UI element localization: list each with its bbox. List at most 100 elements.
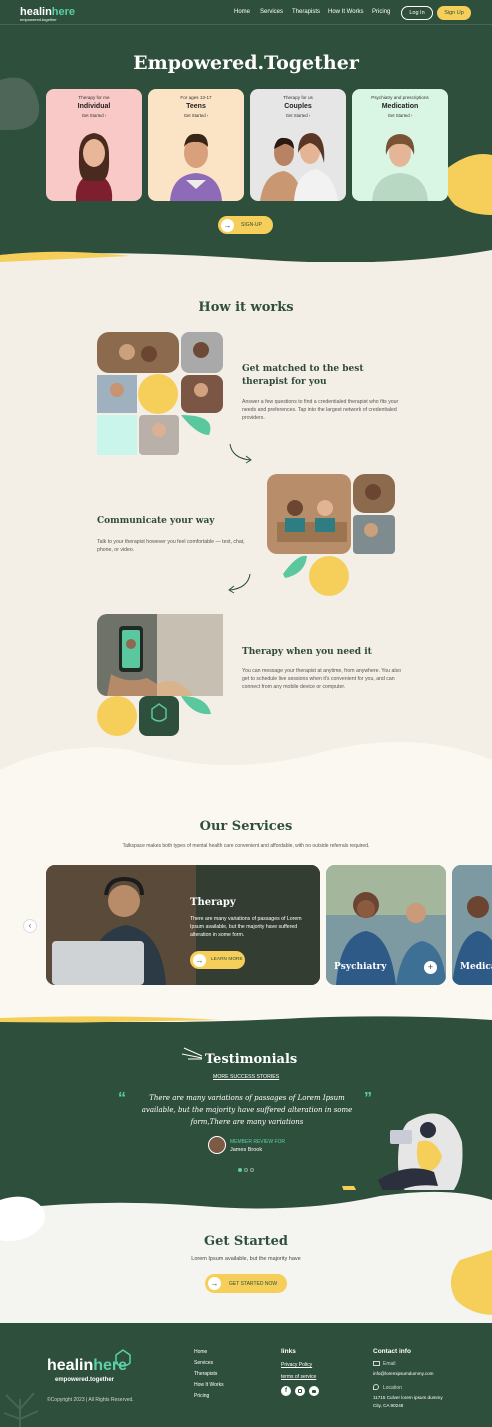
address-line-2: City, CA 90248	[373, 1403, 404, 1408]
card-subtitle: Therapy for us	[283, 95, 313, 100]
member-name: James Brook	[230, 1147, 263, 1153]
nav-therapists[interactable]: Therapists	[292, 9, 320, 15]
signup-label: SIGN-UP	[241, 222, 262, 228]
how-it-works-section: How it works Get matched to the best the…	[0, 262, 492, 770]
card-title: Individual	[77, 103, 111, 110]
leaf-pattern-icon	[3, 1392, 39, 1427]
learn-more-button[interactable]: → LEARN MORE	[190, 951, 245, 969]
curved-arrow-icon	[228, 573, 251, 594]
testimonials-title: Testimonials	[205, 1052, 298, 1067]
footer-link-services[interactable]: Services	[194, 1360, 213, 1366]
card-subtitle: For ages 13-17	[180, 95, 212, 100]
carousel-dot[interactable]	[244, 1168, 248, 1172]
instagram-icon[interactable]	[295, 1386, 305, 1396]
links-heading: links	[281, 1348, 296, 1355]
step-3-heading: Therapy when you need it	[242, 647, 372, 657]
step-1-text: Answer a few questions to find a credent…	[242, 399, 399, 421]
login-button[interactable]: Log In	[401, 6, 433, 20]
card-medication[interactable]: Psychiatry and prescriptions Medication …	[352, 89, 448, 201]
services-subtitle: Talkspace makes both types of mental hea…	[122, 843, 370, 849]
get-started-now-button[interactable]: → GET STARTED NOW	[205, 1274, 287, 1293]
get-started-now-label: GET STARTED NOW	[229, 1281, 278, 1287]
card-teens[interactable]: For ages 13-17 Teens Get Started ›	[148, 89, 244, 201]
hero-signup-button[interactable]: → SIGN-UP	[218, 216, 273, 234]
card-title: Medication	[381, 103, 419, 110]
nav-pricing[interactable]: Pricing	[372, 9, 390, 15]
services-title: Our Services	[199, 819, 293, 834]
card-get-started-link[interactable]: Get Started ›	[46, 113, 142, 118]
portrait-image	[75, 133, 113, 201]
step-2-text: Talk to your therapist however you feel …	[97, 539, 245, 553]
medication-card-title: Medica	[460, 962, 492, 972]
location-label: Location	[383, 1385, 402, 1391]
youtube-icon[interactable]	[309, 1386, 319, 1396]
footer-link-pricing[interactable]: Pricing	[194, 1393, 209, 1399]
learn-more-label: LEARN MORE	[211, 957, 243, 962]
phone-collage	[97, 614, 223, 736]
therapy-card-title: Therapy	[190, 897, 236, 908]
arrow-right-icon: →	[208, 1277, 221, 1290]
email-label: Email	[383, 1361, 396, 1367]
service-card-psychiatry[interactable]: Psychiatry +	[326, 865, 446, 985]
card-title: Teens	[186, 103, 206, 110]
card-get-started-link[interactable]: Get Started ›	[250, 113, 346, 118]
testimonial-quote: There are many variations of passages of…	[141, 1094, 353, 1126]
get-started-text: Lorem Ipsum available, but the majority …	[191, 1256, 301, 1262]
more-success-stories-link[interactable]: MORE SUCCESS STORIES	[213, 1074, 279, 1080]
how-it-works-title: How it works	[198, 300, 294, 315]
arrow-right-icon: →	[193, 953, 206, 967]
avatar	[208, 1136, 226, 1154]
card-individual[interactable]: Therapy for me Individual Get Started ›	[46, 89, 142, 201]
service-card-medication[interactable]: Medica	[452, 865, 492, 985]
portrait-image	[170, 133, 222, 201]
copyright: ©Copyright 2023 | All Rights Reserved.	[47, 1397, 134, 1403]
testimonials-section: Testimonials MORE SUCCESS STORIES “ ” Th…	[0, 1016, 492, 1212]
header-divider	[0, 24, 492, 25]
email-link[interactable]: info@loremipsumdummy.com	[373, 1371, 433, 1376]
carousel-prev-button[interactable]: ‹	[23, 919, 37, 933]
card-couples[interactable]: Therapy for us Couples Get Started ›	[250, 89, 346, 201]
nav-home[interactable]: Home	[234, 9, 250, 15]
contact-heading: Contact info	[373, 1348, 411, 1355]
hero-section: healinhere empowered.together Home Servi…	[0, 0, 492, 262]
nav-how-it-works[interactable]: How It Works	[328, 9, 364, 15]
email-icon	[373, 1361, 380, 1366]
footer: healinhere empowered.together ©Copyright…	[0, 1323, 492, 1427]
terms-of-service-link[interactable]: terms of service	[281, 1374, 316, 1380]
arrow-right-icon: →	[221, 218, 234, 232]
nav-services[interactable]: Services	[260, 9, 283, 15]
card-get-started-link[interactable]: Get Started ›	[352, 113, 448, 118]
portrait-image	[372, 134, 428, 201]
privacy-policy-link[interactable]: Privacy Policy	[281, 1362, 312, 1368]
footer-link-how-it-works[interactable]: How It Works	[194, 1382, 224, 1388]
get-started-title: Get Started	[204, 1234, 288, 1249]
step-3-text: You can message your therapist at anytim…	[242, 668, 401, 690]
services-section: Our Services Talkspace makes both types …	[0, 742, 492, 1032]
therapists-collage	[97, 332, 223, 455]
curved-arrow-icon	[229, 443, 252, 464]
signup-button[interactable]: Sign Up	[437, 6, 471, 20]
logo[interactable]: healinhere empowered.together	[20, 6, 75, 22]
footer-tagline: empowered.together	[55, 1377, 115, 1383]
wave-divider	[0, 742, 492, 790]
card-subtitle: Therapy for me	[78, 95, 110, 100]
location-icon	[373, 1384, 379, 1390]
hero-title: Empowered.Together	[133, 52, 359, 74]
step-2-heading: Communicate your way	[97, 516, 215, 526]
footer-link-home[interactable]: Home	[194, 1349, 207, 1355]
step-1-heading: Get matched to the best therapist for yo…	[242, 364, 364, 387]
member-review-label: MEMBER REVIEW FOR	[230, 1139, 286, 1145]
sparkle-lines-icon	[182, 1047, 203, 1060]
couple-image	[260, 133, 338, 201]
card-get-started-link[interactable]: Get Started ›	[148, 113, 244, 118]
footer-link-therapists[interactable]: Therapists	[194, 1371, 217, 1377]
carousel-dot[interactable]	[250, 1168, 254, 1172]
card-subtitle: Psychiatry and prescriptions	[371, 95, 429, 100]
communication-collage	[267, 474, 395, 596]
facebook-icon[interactable]: f	[281, 1386, 291, 1396]
footer-logo-text: healin	[47, 1357, 94, 1374]
carousel-dot-active[interactable]	[238, 1168, 242, 1172]
service-card-therapy[interactable]: Therapy There are many variations of pas…	[46, 865, 320, 985]
plus-icon[interactable]: +	[424, 961, 437, 974]
quote-open-icon: “	[118, 1090, 126, 1107]
